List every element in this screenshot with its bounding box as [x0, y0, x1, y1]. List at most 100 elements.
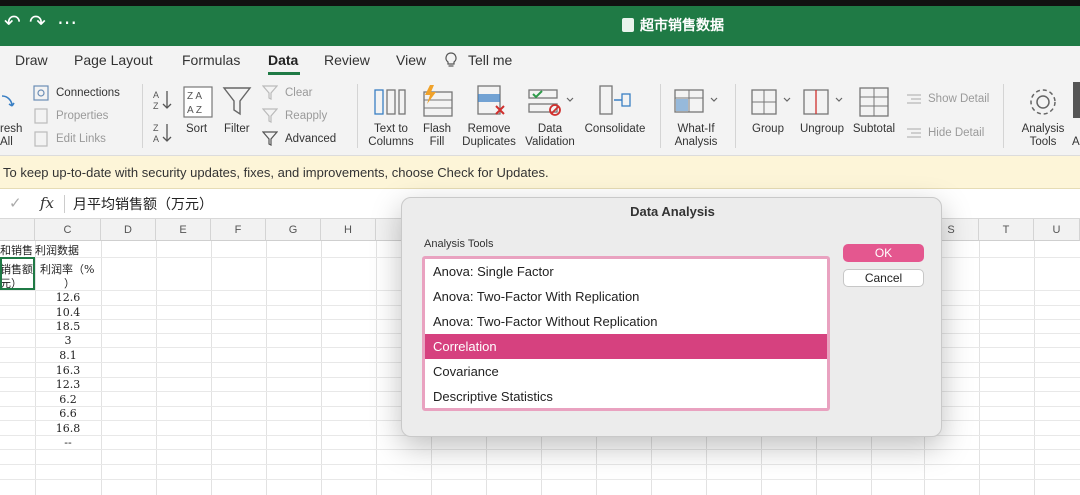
subtotal-icon[interactable]: [858, 86, 890, 118]
analysis-tools-label-1[interactable]: Analysis: [1016, 123, 1070, 136]
tell-me-lightbulb-icon[interactable]: [444, 52, 458, 71]
refresh-label-1[interactable]: resh: [0, 123, 22, 136]
group-button[interactable]: Group: [748, 123, 788, 136]
column-header-g[interactable]: G: [266, 219, 321, 241]
refresh-label-2[interactable]: All: [0, 136, 13, 149]
cell-value[interactable]: 16.3: [36, 364, 100, 377]
undo-icon[interactable]: ↶: [4, 13, 21, 33]
sort-za-icon[interactable]: ZA: [152, 121, 174, 145]
cell-value[interactable]: 16.8: [36, 422, 100, 435]
consolidate-button[interactable]: Consolidate: [582, 123, 648, 136]
data-validation-label-1[interactable]: Data: [522, 123, 578, 136]
formula-input[interactable]: 月平均销售额（万元）: [73, 194, 213, 214]
filter-button[interactable]: Filter: [224, 123, 250, 136]
tab-page-layout[interactable]: Page Layout: [74, 52, 153, 68]
analysis-tools-label-2[interactable]: Tools: [1016, 136, 1070, 149]
subtotal-button[interactable]: Subtotal: [849, 123, 899, 136]
properties-button[interactable]: Properties: [56, 110, 108, 123]
column-header-d[interactable]: D: [101, 219, 156, 241]
ribbon-tabs: Draw Page Layout Formulas Data Review Vi…: [0, 46, 1080, 76]
list-item-anova-two-factor-with[interactable]: Anova: Two-Factor With Replication: [425, 284, 827, 309]
text-to-columns-icon[interactable]: [373, 86, 407, 118]
column-header-b[interactable]: [0, 219, 35, 241]
group-icon[interactable]: [750, 86, 794, 118]
tab-formulas[interactable]: Formulas: [182, 52, 240, 68]
ungroup-button[interactable]: Ungroup: [797, 123, 847, 136]
cell-value[interactable]: 3: [36, 334, 100, 347]
cell-value[interactable]: 12.6: [36, 291, 100, 304]
cell-c1[interactable]: 利润数据: [35, 242, 79, 258]
clear-button[interactable]: Clear: [285, 87, 312, 100]
text-to-columns-label-1[interactable]: Text to: [366, 123, 416, 136]
sort-button[interactable]: Sort: [186, 123, 207, 136]
redo-icon[interactable]: ↷: [29, 13, 46, 33]
list-item-descriptive-statistics[interactable]: Descriptive Statistics: [425, 384, 827, 408]
column-header-f[interactable]: F: [211, 219, 266, 241]
ungroup-icon[interactable]: [802, 86, 846, 118]
advanced-button[interactable]: Advanced: [285, 133, 336, 146]
sort-icon[interactable]: Z A A Z: [183, 86, 213, 118]
cell-value[interactable]: 12.3: [36, 378, 100, 391]
list-item-anova-two-factor-without[interactable]: Anova: Two-Factor Without Replication: [425, 309, 827, 334]
separator: [735, 84, 736, 148]
column-header-h[interactable]: H: [321, 219, 376, 241]
cell-value[interactable]: --: [36, 436, 100, 449]
cell-value[interactable]: 10.4: [36, 306, 100, 319]
filter-icon[interactable]: [222, 86, 252, 118]
grid-line: [979, 241, 980, 495]
tab-draw[interactable]: Draw: [15, 52, 48, 68]
cell-value[interactable]: 8.1: [36, 349, 100, 362]
remove-duplicates-label-2[interactable]: Duplicates: [459, 136, 519, 149]
refresh-icon[interactable]: [0, 90, 16, 118]
title-bar: ↶ ↷ ⋯ 超市销售数据: [0, 0, 1080, 46]
cell-value[interactable]: 18.5: [36, 320, 100, 333]
next-tool-label[interactable]: A: [1072, 136, 1080, 149]
analysis-tools-list[interactable]: Anova: Single Factor Anova: Two-Factor W…: [422, 256, 830, 411]
show-detail-button[interactable]: Show Detail: [928, 93, 989, 106]
hide-detail-button[interactable]: Hide Detail: [928, 127, 984, 140]
tab-review[interactable]: Review: [324, 52, 370, 68]
flash-fill-label-1[interactable]: Flash: [412, 123, 462, 136]
cell-c2-line2[interactable]: ）: [64, 275, 75, 291]
data-validation-icon[interactable]: [527, 86, 575, 118]
flash-fill-label-2[interactable]: Fill: [412, 136, 462, 149]
cell-value[interactable]: 6.6: [36, 407, 100, 420]
active-tab-indicator: [268, 72, 300, 75]
advanced-filter-icon[interactable]: [262, 131, 278, 147]
reapply-button[interactable]: Reapply: [285, 110, 327, 123]
next-tool-icon[interactable]: [1073, 82, 1080, 118]
column-header-u[interactable]: U: [1034, 219, 1080, 241]
remove-duplicates-label-1[interactable]: Remove: [459, 123, 519, 136]
data-validation-label-2[interactable]: Validation: [522, 136, 578, 149]
confirm-check-icon[interactable]: ✓: [9, 194, 22, 212]
list-item-covariance[interactable]: Covariance: [425, 359, 827, 384]
cell-value[interactable]: 6.2: [36, 393, 100, 406]
text-to-columns-label-2[interactable]: Columns: [366, 136, 416, 149]
consolidate-icon[interactable]: [598, 84, 632, 118]
column-header-t[interactable]: T: [979, 219, 1034, 241]
tab-view[interactable]: View: [396, 52, 426, 68]
grid-line: [101, 241, 102, 495]
edit-links-button[interactable]: Edit Links: [56, 133, 106, 146]
cancel-button[interactable]: Cancel: [843, 269, 924, 287]
sort-az-icon[interactable]: AZ: [152, 88, 174, 112]
connections-button[interactable]: Connections: [56, 87, 120, 100]
remove-duplicates-icon[interactable]: [474, 84, 508, 118]
column-header-c[interactable]: C: [35, 219, 101, 241]
what-if-analysis-icon[interactable]: [673, 86, 721, 118]
analysis-tools-gear-icon[interactable]: [1027, 86, 1059, 118]
more-icon[interactable]: ⋯: [57, 13, 77, 33]
column-header-e[interactable]: E: [156, 219, 211, 241]
excel-file-icon: [622, 18, 634, 32]
tab-tell-me[interactable]: Tell me: [468, 52, 512, 68]
what-if-label-1[interactable]: What-If: [668, 123, 724, 136]
tab-data[interactable]: Data: [268, 52, 298, 68]
flash-fill-icon[interactable]: [420, 84, 454, 118]
connections-icon[interactable]: [33, 85, 49, 101]
insert-function-icon[interactable]: fx: [40, 194, 54, 212]
cell-b1[interactable]: 和销售: [0, 242, 33, 258]
list-item-anova-single[interactable]: Anova: Single Factor: [425, 259, 827, 284]
ok-button[interactable]: OK: [843, 244, 924, 262]
list-item-correlation[interactable]: Correlation: [425, 334, 827, 359]
what-if-label-2[interactable]: Analysis: [668, 136, 724, 149]
